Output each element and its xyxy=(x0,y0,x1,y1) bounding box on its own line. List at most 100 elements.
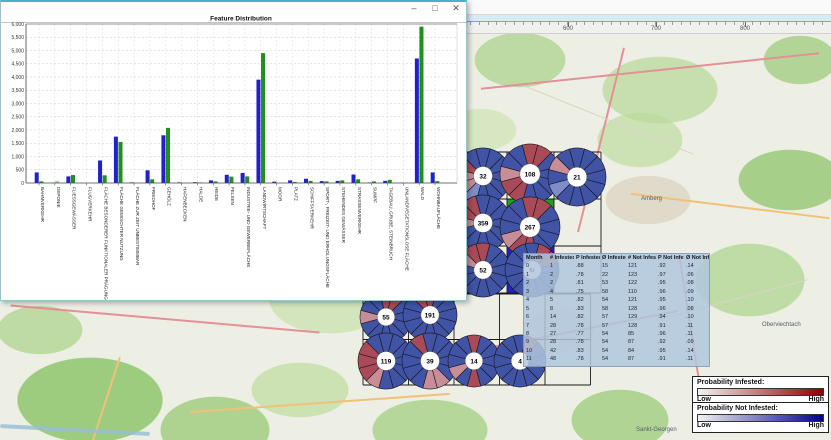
table-cell: 84 xyxy=(626,347,656,355)
x-axis-category-label: MOOR xyxy=(278,187,283,202)
bar-blue-24 xyxy=(415,58,419,183)
ruler-tick xyxy=(778,22,779,25)
ruler-tick xyxy=(725,22,726,25)
table-cell: .09 xyxy=(684,338,709,346)
table-cell: .78 xyxy=(574,355,600,363)
ruler-tick xyxy=(664,22,665,25)
ruler-tick xyxy=(549,22,550,25)
bar-green-22 xyxy=(388,180,392,183)
infestation-stats-table[interactable]: Month# InfestedP InfestedØ Infested# Not… xyxy=(523,253,710,367)
table-cell: 121 xyxy=(626,262,656,270)
table-cell: 5 xyxy=(548,296,574,304)
table-cell: 110 xyxy=(626,288,656,296)
table-cell: .82 xyxy=(574,313,600,321)
x-axis-category-label: BAHNVERKEHR xyxy=(40,187,45,223)
table-cell: .10 xyxy=(684,296,709,304)
bar-green-14 xyxy=(261,53,265,183)
legend-title: Probability Not Infested: xyxy=(697,405,824,413)
chart-title: Feature Distribution xyxy=(210,16,272,23)
y-axis-tick-label: 2,500 xyxy=(11,115,24,121)
x-axis-category-label: FLIESSGEWÄSSER xyxy=(72,187,78,230)
bar-green-4 xyxy=(103,175,107,183)
table-row: 58.8358128.96.08 xyxy=(524,305,709,313)
app-screen: 321082135926752↻5519111939144 600700800 … xyxy=(0,0,831,440)
table-cell: 8 xyxy=(524,330,548,338)
table-cell: 129 xyxy=(626,313,656,321)
x-axis-category-label: SPORT-, FREIZEIT- UND ERHOLUNGSFLÄCHE xyxy=(325,187,331,288)
table-cell: 11 xyxy=(524,355,548,363)
pie-count-label: 14 xyxy=(470,358,478,365)
table-cell: 5 xyxy=(524,305,548,313)
ruler-tick xyxy=(822,22,823,25)
table-cell: .91 xyxy=(656,355,684,363)
table-header-cell: Ø Infested xyxy=(600,254,626,262)
table-cell: 0 xyxy=(524,262,548,270)
x-axis-category-label: GEHÖLZ xyxy=(167,187,173,206)
table-header-cell: # Not Infested xyxy=(626,254,656,262)
maximize-button[interactable]: □ xyxy=(429,2,441,14)
minimize-button[interactable]: – xyxy=(408,2,420,14)
table-row: 1148.785487.91.11 xyxy=(524,355,709,363)
bar-blue-12 xyxy=(225,175,229,183)
table-row: 22.8153122.95.08 xyxy=(524,279,709,287)
table-cell: 54 xyxy=(600,338,626,346)
ruler-tick xyxy=(540,22,541,25)
y-axis-tick-label: 5,000 xyxy=(11,48,24,54)
table-cell: .96 xyxy=(656,305,684,313)
pie-count-label: 191 xyxy=(425,312,436,319)
table-row: 45.8254121.95.10 xyxy=(524,296,709,304)
table-cell: 54 xyxy=(600,330,626,338)
table-cell: .95 xyxy=(656,296,684,304)
table-cell: 4 xyxy=(548,288,574,296)
ruler-tick xyxy=(787,22,788,25)
x-axis-category-label: SCHIFFSVERKEHR xyxy=(309,187,314,230)
x-axis-category-label: STEHENDES GEWÄSSER xyxy=(341,187,347,244)
table-cell: 128 xyxy=(626,305,656,313)
ruler-tick xyxy=(708,22,709,25)
pie-count-label: 55 xyxy=(382,314,390,321)
window-titlebar[interactable]: – □ ✕ xyxy=(1,2,466,15)
table-cell: .81 xyxy=(574,279,600,287)
table-cell: 3 xyxy=(524,288,548,296)
table-cell: .83 xyxy=(574,347,600,355)
table-cell: .77 xyxy=(574,330,600,338)
bar-blue-0 xyxy=(35,172,39,183)
table-cell: 8 xyxy=(548,305,574,313)
table-cell: .83 xyxy=(574,305,600,313)
table-row: 614.8257129.94.10 xyxy=(524,313,709,321)
y-axis-tick-label: 5,500 xyxy=(11,35,24,41)
table-cell: .09 xyxy=(684,288,709,296)
table-cell: .75 xyxy=(574,288,600,296)
ruler-tick xyxy=(699,22,700,25)
pie-marker-21[interactable]: 21 xyxy=(548,148,606,206)
table-cell: .11 xyxy=(684,355,709,363)
table-cell: .14 xyxy=(684,262,709,270)
bar-blue-20 xyxy=(352,175,356,183)
horizontal-scrollbar[interactable] xyxy=(467,15,831,22)
bar-green-13 xyxy=(245,176,249,183)
y-axis-tick-label: 1,500 xyxy=(11,141,24,147)
table-cell: .11 xyxy=(684,330,709,338)
ruler-tick xyxy=(716,22,717,25)
x-axis-category-label: LANDWIRTSCHAFT xyxy=(262,187,267,229)
table-header-cell: P Infested xyxy=(574,254,600,262)
close-button[interactable]: ✕ xyxy=(450,2,462,14)
ruler-tick xyxy=(637,22,638,25)
bar-green-20 xyxy=(356,179,360,183)
table-cell: 15 xyxy=(600,262,626,270)
table-cell: 54 xyxy=(600,296,626,304)
pie-count-label: 32 xyxy=(479,173,487,180)
y-axis-tick-label: 2,000 xyxy=(11,128,24,134)
table-cell: .06 xyxy=(684,271,709,279)
ruler-number: 800 xyxy=(740,26,750,32)
table-row: 34.7558110.96.09 xyxy=(524,288,709,296)
table-cell: 85 xyxy=(626,330,656,338)
table-cell: 53 xyxy=(600,279,626,287)
table-cell: .91 xyxy=(656,322,684,330)
table-cell: 42 xyxy=(548,347,574,355)
table-row: 728.7857128.91.11 xyxy=(524,322,709,330)
pie-marker-14[interactable]: 14 xyxy=(448,335,500,387)
table-cell: 54 xyxy=(600,355,626,363)
table-cell: 27 xyxy=(548,330,574,338)
ruler-tick xyxy=(734,22,735,25)
